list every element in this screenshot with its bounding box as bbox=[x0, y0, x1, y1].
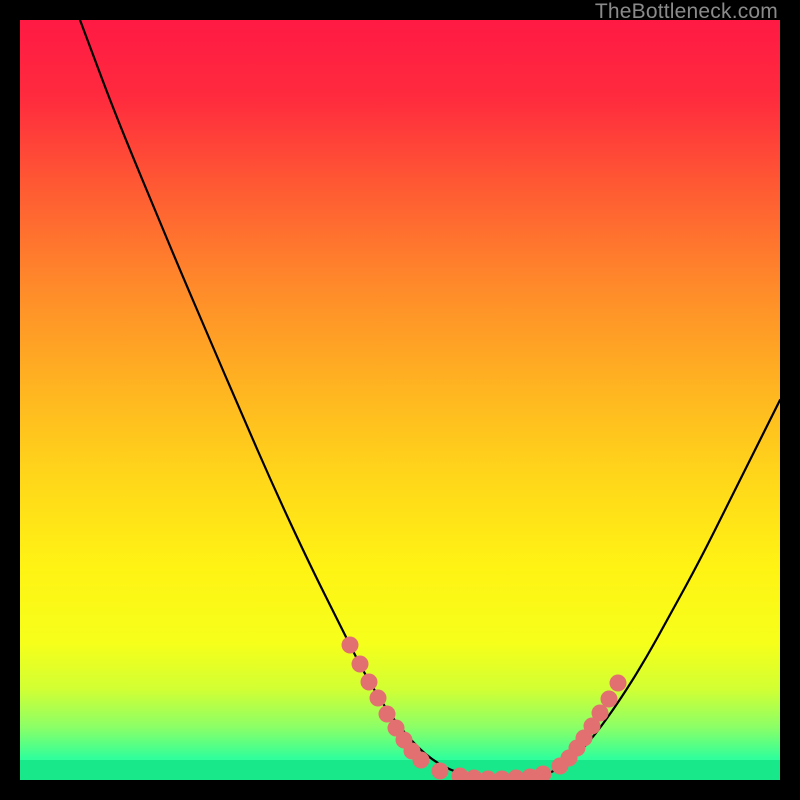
highlight-dot bbox=[592, 705, 609, 722]
highlight-dot bbox=[361, 674, 378, 691]
highlight-dot bbox=[342, 637, 359, 654]
highlight-dot bbox=[352, 656, 369, 673]
highlight-dot bbox=[370, 690, 387, 707]
curve-layer bbox=[20, 20, 780, 780]
highlight-dot bbox=[413, 752, 430, 769]
highlight-dot bbox=[535, 766, 552, 781]
highlight-dot bbox=[601, 691, 618, 708]
chart-frame: TheBottleneck.com bbox=[0, 0, 800, 800]
highlight-dot bbox=[432, 763, 449, 780]
highlight-dot bbox=[379, 706, 396, 723]
bottleneck-curve bbox=[80, 20, 780, 779]
highlight-dots-group bbox=[342, 637, 627, 781]
highlight-dot bbox=[610, 675, 627, 692]
watermark-text: TheBottleneck.com bbox=[595, 0, 778, 24]
plot-area bbox=[20, 20, 780, 780]
